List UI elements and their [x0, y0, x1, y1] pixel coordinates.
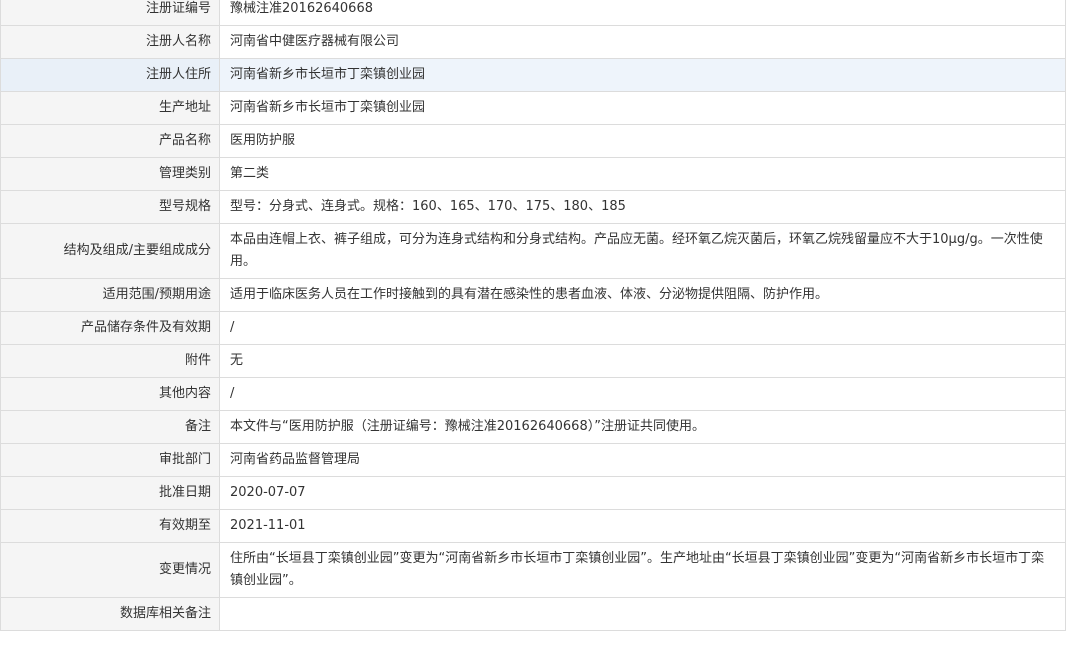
row-label-approval-date: 批准日期 [0, 476, 220, 510]
row-label-remarks: 备注 [0, 410, 220, 444]
table-row: 生产地址 河南省新乡市长垣市丁栾镇创业园 [0, 91, 1066, 125]
row-value-structure-composition: 本品由连帽上衣、裤子组成，可分为连身式结构和分身式结构。产品应无菌。经环氧乙烷灭… [219, 223, 1066, 279]
row-label-registration-no: 注册证编号 [0, 0, 220, 26]
table-row: 变更情况 住所由“长垣县丁栾镇创业园”变更为“河南省新乡市长垣市丁栾镇创业园”。… [0, 542, 1066, 598]
row-label-production-address: 生产地址 [0, 91, 220, 125]
row-label-database-remarks: 数据库相关备注 [0, 597, 220, 631]
table-row: 有效期至 2021-11-01 [0, 509, 1066, 543]
row-value-approval-department: 河南省药品监督管理局 [219, 443, 1066, 477]
table-row: 附件 无 [0, 344, 1066, 378]
row-value-registrant-address: 河南省新乡市长垣市丁栾镇创业园 [219, 58, 1066, 92]
table-row: 备注 本文件与“医用防护服（注册证编号：豫械注准20162640668）”注册证… [0, 410, 1066, 444]
row-label-change-history: 变更情况 [0, 542, 220, 598]
row-value-attachment: 无 [219, 344, 1066, 378]
row-label-intended-use: 适用范围/预期用途 [0, 278, 220, 312]
row-value-registrant-name: 河南省中健医疗器械有限公司 [219, 25, 1066, 59]
row-value-other-content: / [219, 377, 1066, 411]
row-value-storage-validity: / [219, 311, 1066, 345]
row-value-valid-until: 2021-11-01 [219, 509, 1066, 543]
row-label-approval-department: 审批部门 [0, 443, 220, 477]
row-value-product-name: 医用防护服 [219, 124, 1066, 158]
row-label-attachment: 附件 [0, 344, 220, 378]
table-row: 型号规格 型号：分身式、连身式。规格：160、165、170、175、180、1… [0, 190, 1066, 224]
table-row: 批准日期 2020-07-07 [0, 476, 1066, 510]
table-row: 结构及组成/主要组成成分 本品由连帽上衣、裤子组成，可分为连身式结构和分身式结构… [0, 223, 1066, 279]
row-value-approval-date: 2020-07-07 [219, 476, 1066, 510]
table-row: 注册人名称 河南省中健医疗器械有限公司 [0, 25, 1066, 59]
table-row: 适用范围/预期用途 适用于临床医务人员在工作时接触到的具有潜在感染性的患者血液、… [0, 278, 1066, 312]
row-value-change-history: 住所由“长垣县丁栾镇创业园”变更为“河南省新乡市长垣市丁栾镇创业园”。生产地址由… [219, 542, 1066, 598]
row-label-management-category: 管理类别 [0, 157, 220, 191]
row-value-intended-use: 适用于临床医务人员在工作时接触到的具有潜在感染性的患者血液、体液、分泌物提供阻隔… [219, 278, 1066, 312]
row-value-registration-no: 豫械注准20162640668 [219, 0, 1066, 26]
row-label-registrant-address: 注册人住所 [0, 58, 220, 92]
row-value-management-category: 第二类 [219, 157, 1066, 191]
row-value-production-address: 河南省新乡市长垣市丁栾镇创业园 [219, 91, 1066, 125]
row-label-other-content: 其他内容 [0, 377, 220, 411]
table-row: 产品名称 医用防护服 [0, 124, 1066, 158]
row-value-model-spec: 型号：分身式、连身式。规格：160、165、170、175、180、185 [219, 190, 1066, 224]
row-label-model-spec: 型号规格 [0, 190, 220, 224]
table-row: 管理类别 第二类 [0, 157, 1066, 191]
row-label-structure-composition: 结构及组成/主要组成成分 [0, 223, 220, 279]
table-row: 产品储存条件及有效期 / [0, 311, 1066, 345]
table-row: 数据库相关备注 [0, 597, 1066, 631]
table-row: 注册证编号 豫械注准20162640668 [0, 0, 1066, 26]
table-row-highlighted: 注册人住所 河南省新乡市长垣市丁栾镇创业园 [0, 58, 1066, 92]
table-row: 审批部门 河南省药品监督管理局 [0, 443, 1066, 477]
table-row: 其他内容 / [0, 377, 1066, 411]
registration-record-table: 注册证编号 豫械注准20162640668 注册人名称 河南省中健医疗器械有限公… [0, 0, 1066, 631]
row-label-storage-validity: 产品储存条件及有效期 [0, 311, 220, 345]
row-label-registrant-name: 注册人名称 [0, 25, 220, 59]
row-value-database-remarks [219, 597, 1066, 631]
row-label-product-name: 产品名称 [0, 124, 220, 158]
row-label-valid-until: 有效期至 [0, 509, 220, 543]
row-value-remarks: 本文件与“医用防护服（注册证编号：豫械注准20162640668）”注册证共同使… [219, 410, 1066, 444]
